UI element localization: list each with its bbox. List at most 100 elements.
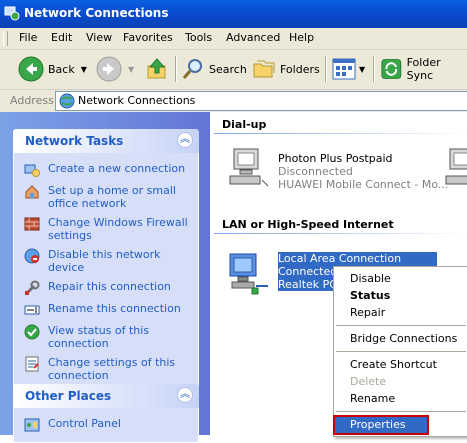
other-places-title: Other Places: [25, 389, 112, 403]
dialup-connection-name: Photon Plus Postpaid: [278, 152, 393, 165]
menu-view[interactable]: View: [86, 31, 112, 44]
menu-tools[interactable]: Tools: [185, 31, 212, 44]
forward-button[interactable]: ▼: [96, 54, 134, 84]
context-menu: Disable Status Repair Bridge Connections…: [333, 266, 467, 437]
collapse-icon[interactable]: ︽: [177, 387, 193, 403]
firewall-icon: [24, 217, 40, 231]
context-item-bridge-connections[interactable]: Bridge Connections: [334, 330, 467, 347]
other-places-panel: Other Places ︽ Control Panel: [13, 384, 199, 443]
context-separator: [336, 411, 466, 412]
menu-favorites[interactable]: Favorites: [123, 31, 173, 44]
dialup-connection-device: HUAWEI Mobile Connect - Mo...: [278, 178, 449, 191]
task-rename-connection[interactable]: Rename this connection: [14, 299, 198, 321]
context-separator: [336, 325, 466, 326]
repair-icon: [25, 280, 40, 295]
network-tasks-title: Network Tasks: [25, 134, 124, 148]
forward-arrow-icon: [96, 56, 122, 82]
forward-dropdown-icon[interactable]: ▼: [128, 65, 134, 74]
folder-sync-button[interactable]: Folder Sync: [380, 54, 467, 84]
collapse-icon[interactable]: ︽: [177, 132, 193, 148]
back-label: Back: [48, 62, 75, 76]
task-firewall-settings[interactable]: Change Windows Firewall settings: [14, 213, 198, 245]
task-create-connection[interactable]: Create a new connection: [14, 159, 198, 181]
new-connection-icon: [24, 164, 40, 177]
up-button[interactable]: [145, 54, 169, 84]
address-field[interactable]: Network Connections: [55, 91, 467, 111]
dialup-connection-item[interactable]: Photon Plus Postpaid Disconnected HUAWEI…: [210, 142, 467, 192]
window-title: Network Connections: [24, 6, 169, 20]
task-label: Disable this network device: [48, 248, 161, 274]
toolbar-separator: [175, 56, 177, 82]
toolbar-separator: [373, 56, 375, 82]
task-view-status[interactable]: View status of this connection: [14, 321, 198, 353]
up-folder-icon: [147, 58, 166, 79]
folders-icon: [253, 60, 275, 78]
other-places-header[interactable]: Other Places ︽: [13, 384, 199, 408]
task-label: Repair this connection: [48, 280, 171, 293]
rename-icon: [24, 305, 40, 315]
folders-label: Folders: [280, 62, 320, 76]
network-tasks-panel: Network Tasks ︽ Create a new connection …: [13, 129, 199, 392]
task-home-network[interactable]: Set up a home or small office network: [14, 181, 198, 213]
search-button[interactable]: Search: [181, 54, 247, 84]
context-separator: [336, 351, 466, 352]
settings-icon: [25, 356, 39, 372]
task-label: Set up a home or small office network: [48, 184, 176, 210]
views-dropdown-icon[interactable]: ▼: [359, 65, 365, 74]
folders-button[interactable]: Folders: [252, 54, 320, 84]
group-divider: [214, 233, 467, 234]
control-panel-icon: [24, 418, 40, 432]
menu-edit[interactable]: Edit: [51, 31, 72, 44]
status-icon: [24, 324, 40, 340]
views-icon: [332, 58, 356, 80]
context-item-status[interactable]: Status: [334, 287, 467, 304]
folder-sync-icon: [381, 59, 402, 79]
dialup-connection-icon: [229, 148, 269, 187]
address-bar: Address Network Connections: [0, 90, 467, 113]
lan-connection-icon: [229, 253, 268, 295]
other-places-list: Control Panel: [13, 408, 199, 443]
context-item-repair[interactable]: Repair: [334, 304, 467, 321]
context-item-properties[interactable]: Properties: [333, 415, 429, 435]
menu-file[interactable]: File: [19, 31, 37, 44]
context-item-create-shortcut[interactable]: Create Shortcut: [334, 356, 467, 373]
address-label: Address: [10, 94, 54, 107]
home-network-icon: [25, 185, 39, 199]
task-label: Create a new connection: [48, 162, 186, 175]
menu-bar: File Edit View Favorites Tools Advanced …: [0, 28, 467, 50]
context-item-rename[interactable]: Rename: [334, 390, 467, 407]
second-dialup-icon[interactable]: [444, 146, 467, 188]
dialup-connection-status: Disconnected: [278, 165, 353, 178]
search-label: Search: [209, 62, 247, 76]
menu-help[interactable]: Help: [289, 31, 314, 44]
dialup-group-heading: Dial-up: [222, 118, 267, 131]
menu-advanced[interactable]: Advanced: [226, 31, 280, 44]
task-repair-connection[interactable]: Repair this connection: [14, 277, 198, 299]
context-item-delete: Delete: [350, 375, 387, 388]
network-connections-icon: [4, 6, 20, 21]
toolbar: Back ▼ ▼ Search Folders ▼ Folder Sync: [0, 50, 467, 90]
menu-grip: [3, 31, 8, 46]
network-tasks-list: Create a new connection Set up a home or…: [13, 153, 199, 392]
address-value: Network Connections: [78, 94, 196, 107]
place-control-panel[interactable]: Control Panel: [14, 414, 198, 436]
title-bar: Network Connections: [0, 0, 467, 28]
lan-group-heading: LAN or High-Speed Internet: [222, 218, 394, 231]
task-label: Change Windows Firewall settings: [48, 216, 188, 242]
back-dropdown-icon[interactable]: ▼: [81, 65, 87, 74]
task-disable-device[interactable]: Disable this network device: [14, 245, 198, 277]
search-icon: [182, 59, 202, 79]
task-label: View status of this connection: [48, 324, 150, 350]
toolbar-separator: [325, 56, 327, 82]
network-globe-icon: [59, 93, 75, 109]
lan-connection-name: Local Area Connection: [278, 252, 437, 265]
views-button[interactable]: ▼: [332, 54, 365, 84]
network-tasks-header[interactable]: Network Tasks ︽: [13, 129, 199, 153]
context-item-disable[interactable]: Disable: [334, 270, 467, 287]
task-change-settings[interactable]: Change settings of this connection: [14, 353, 198, 385]
disable-device-icon: [24, 248, 40, 264]
back-button[interactable]: Back ▼: [18, 54, 87, 84]
task-pane: Network Tasks ︽ Create a new connection …: [0, 112, 210, 443]
folder-sync-label: Folder Sync: [406, 56, 441, 82]
task-label: Rename this connection: [48, 302, 181, 315]
